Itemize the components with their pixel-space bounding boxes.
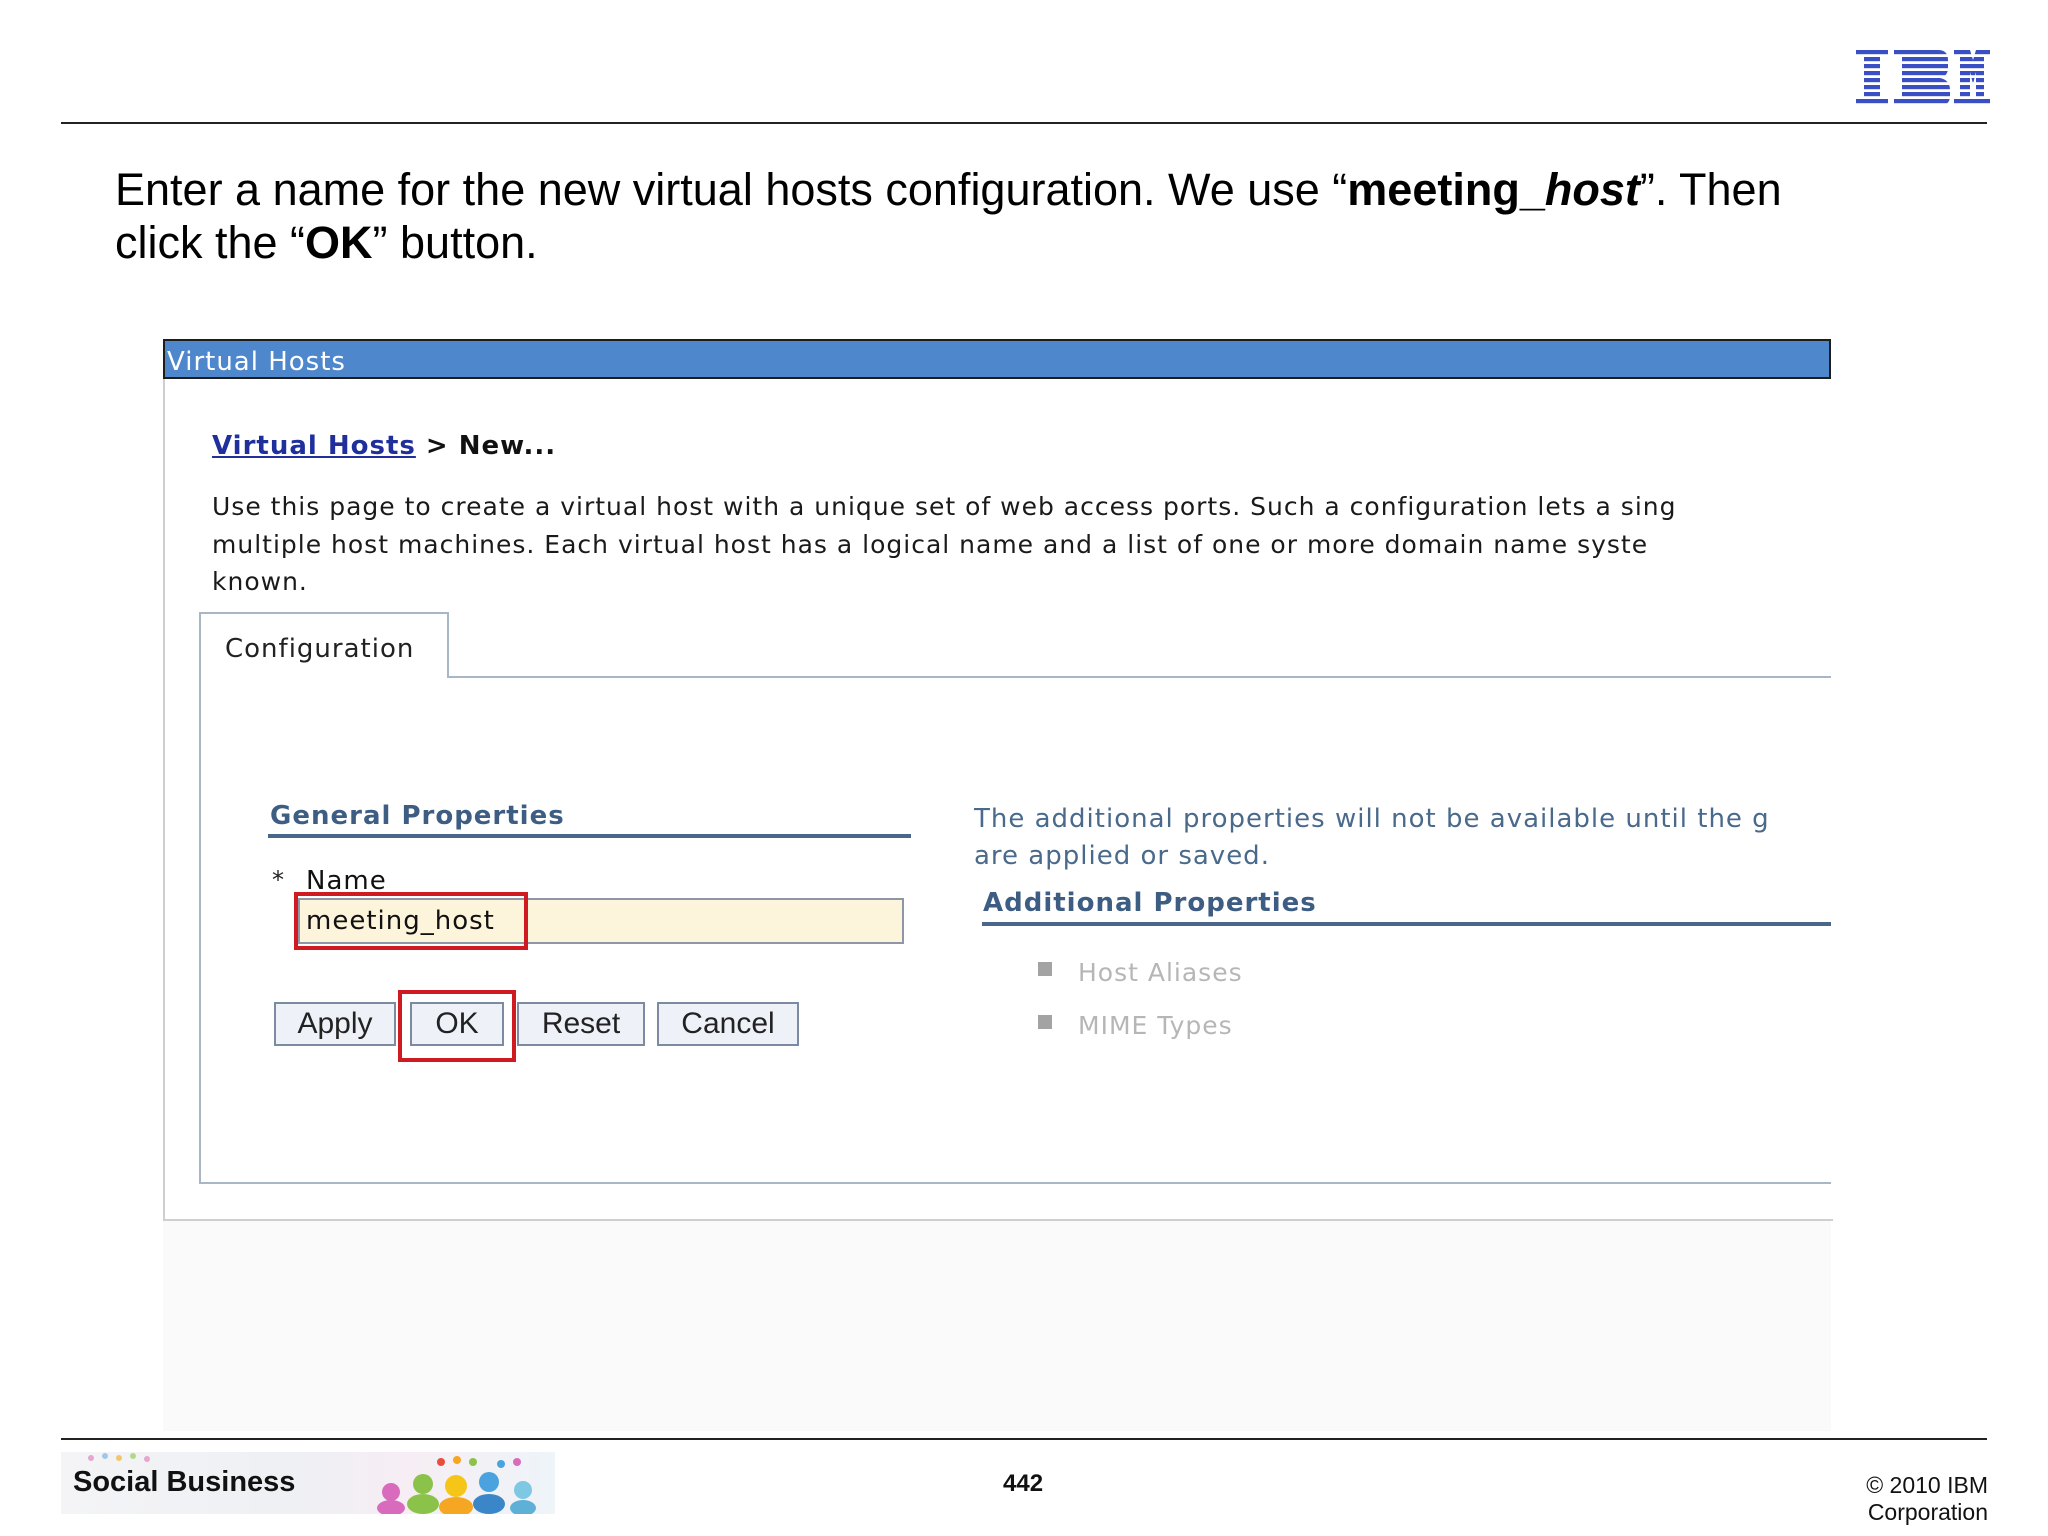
screenshot-shadow-area xyxy=(163,1221,1831,1431)
additional-properties-note: The additional properties will not be av… xyxy=(974,801,1831,875)
instruction-text: Enter a name for the new virtual hosts c… xyxy=(115,164,1782,268)
general-properties-heading: General Properties xyxy=(270,801,565,831)
apply-button[interactable]: Apply xyxy=(274,1002,396,1046)
cancel-button[interactable]: Cancel xyxy=(657,1002,799,1046)
breadcrumb-current: New... xyxy=(458,431,557,461)
reset-button[interactable]: Reset xyxy=(517,1002,645,1046)
host-aliases-link: Host Aliases xyxy=(1078,958,1243,987)
note-line: are applied or saved. xyxy=(974,841,1270,871)
console-title: Virtual Hosts xyxy=(167,347,346,377)
bullet-icon xyxy=(1038,962,1052,976)
console-title-bar: Virtual Hosts xyxy=(163,339,1831,379)
description-line: multiple host machines. Each virtual hos… xyxy=(212,529,1649,559)
note-line: The additional properties will not be av… xyxy=(974,804,1770,834)
additional-properties-heading: Additional Properties xyxy=(983,888,1317,918)
header-rule xyxy=(61,122,1987,124)
description-line: known. xyxy=(212,567,308,596)
name-label: Name xyxy=(306,866,387,896)
ibm-logo xyxy=(1856,50,1990,106)
page-number: 442 xyxy=(1003,1470,1044,1497)
description-line: Use this page to create a virtual host w… xyxy=(212,492,1677,521)
breadcrumb-virtual-hosts-link[interactable]: Virtual Hosts xyxy=(212,431,416,461)
social-business-label: Social Business xyxy=(73,1466,296,1498)
tab-configuration-label: Configuration xyxy=(225,634,415,664)
ok-button[interactable]: OK xyxy=(410,1002,504,1046)
mime-types-link: MIME Types xyxy=(1078,1011,1233,1040)
breadcrumb-separator: > xyxy=(415,431,459,461)
page-description: Use this page to create a virtual host w… xyxy=(212,488,1831,601)
required-field-icon: * xyxy=(272,866,284,894)
footer-rule xyxy=(61,1438,1987,1440)
additional-properties-divider xyxy=(982,922,1831,926)
bullet-icon xyxy=(1038,1015,1052,1029)
tab-configuration[interactable]: Configuration xyxy=(199,612,449,678)
social-business-banner: Social Business xyxy=(61,1452,555,1514)
general-properties-divider xyxy=(268,834,911,838)
copyright-text: © 2010 IBM Corporation xyxy=(1866,1472,1988,1525)
name-input[interactable] xyxy=(298,898,904,944)
breadcrumb: Virtual Hosts > New... xyxy=(212,431,556,461)
